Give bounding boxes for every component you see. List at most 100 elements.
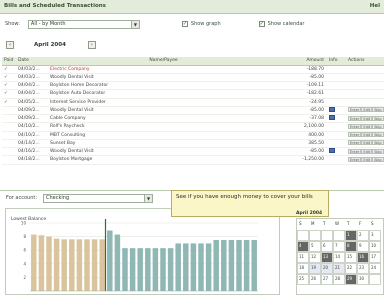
row-action-button[interactable]: Edit [361,107,373,113]
calendar-day[interactable]: 25 [297,274,309,285]
show-calendar-checkbox[interactable]: ✓ [258,21,265,27]
show-calendar-toggle[interactable]: ✓ Show calendar [258,21,304,27]
chart-bar[interactable] [205,243,212,291]
show-graph-checkbox[interactable]: ✓ [181,21,188,27]
column-header-info[interactable]: Info [327,57,346,66]
chart-bar[interactable] [160,248,166,291]
chart-bar[interactable] [213,240,219,291]
calendar-day[interactable]: 19 [309,263,321,274]
column-header-actions[interactable]: Actions [346,57,384,66]
chart-bar[interactable] [91,239,98,291]
column-header-amount[interactable]: Amount [277,57,327,66]
chart-bar[interactable] [99,239,105,291]
chevron-down-icon[interactable]: ▼ [144,194,153,202]
calendar-day[interactable]: 11 [297,252,309,263]
chart-bar[interactable] [145,248,151,291]
calendar-day[interactable] [321,230,333,241]
row-action-button[interactable]: Skip [372,148,384,154]
chart-bar[interactable] [107,230,113,291]
table-row[interactable]: 04/14/2... Sunset Bay 385.50 Enter Edit Skip [2,139,384,149]
calendar-day[interactable]: 29 [345,274,357,285]
row-action-button[interactable]: Skip [372,115,384,121]
row-action-button[interactable]: Skip [372,107,384,113]
chart-bar[interactable] [251,240,257,291]
calendar-icon[interactable] [329,106,335,112]
calendar-day[interactable]: 23 [357,263,369,274]
calendar-day[interactable]: 2 [357,230,369,241]
chart-bar[interactable] [122,248,128,291]
calendar-day[interactable]: 6 [321,241,333,252]
row-action-button[interactable]: Enter [348,148,362,154]
chart-bar[interactable] [190,243,197,291]
calendar-day[interactable]: 4 [297,241,309,252]
table-row[interactable]: 04/10/2... Rolf's Paycheck 2,100.00 Enter Ed… [2,122,384,132]
row-action-button[interactable]: Edit [361,156,373,162]
calendar-day[interactable]: 18 [297,263,309,274]
chart-bar[interactable] [69,239,75,291]
column-header-payee[interactable]: Name/Payee [48,57,277,66]
row-action-button[interactable]: Edit [361,115,373,121]
table-row[interactable]: 04/16/2... Woodly Dental Visit -85.00 Enter… [2,147,384,157]
calendar-day[interactable]: 24 [369,263,381,274]
calendar-day[interactable]: 16 [357,252,369,263]
chart-bar[interactable] [61,239,67,291]
chart-bar[interactable] [46,236,52,291]
row-action-button[interactable]: Skip [372,123,384,129]
chart-bar[interactable] [198,243,204,291]
table-row[interactable]: ✓ 04/04/2... Boylston Auto Decorator -182.6… [2,89,384,99]
show-graph-toggle[interactable]: ✓ Show graph [181,21,221,27]
next-month-button[interactable]: › [87,41,96,49]
calendar-day[interactable]: 3 [369,230,381,241]
row-action-button[interactable]: Enter [348,132,362,138]
chart-bar[interactable] [221,240,227,291]
row-action-button[interactable]: Skip [372,156,384,162]
chart-bar[interactable] [152,248,159,291]
calendar-day[interactable]: 17 [369,252,381,263]
calendar-day[interactable]: 8 [345,241,357,252]
calendar-day[interactable]: 10 [369,241,381,252]
calendar-icon[interactable] [329,148,335,154]
row-action-button[interactable]: Edit [361,140,373,146]
calendar-day[interactable]: 1 [345,230,357,241]
row-action-button[interactable]: Skip [372,132,384,138]
chart-bar[interactable] [236,240,242,291]
chart-bar[interactable] [175,243,181,291]
calendar-day[interactable]: 20 [321,263,333,274]
chart-bar[interactable] [114,234,121,291]
chart-bar[interactable] [53,238,60,291]
chart-bar[interactable] [76,239,83,291]
row-action-button[interactable]: Edit [361,132,373,138]
calendar-day[interactable]: 7 [333,241,345,252]
calendar-day[interactable]: 9 [357,241,369,252]
calendar-day[interactable]: 28 [333,274,345,285]
calendar-day[interactable]: 13 [321,252,333,263]
table-row[interactable]: 04/18/2... Boylston Mortgage -1,250.00 Ente… [2,155,384,165]
chart-bar[interactable] [228,240,235,291]
row-action-button[interactable]: Enter [348,115,362,121]
row-action-button[interactable]: Skip [372,140,384,146]
row-action-button[interactable]: Enter [348,123,362,129]
calendar-day[interactable]: 12 [309,252,321,263]
help-link[interactable]: Hel [370,3,380,9]
row-action-button[interactable]: Edit [361,148,373,154]
chart-bar[interactable] [129,248,136,291]
calendar-day[interactable] [369,274,381,285]
chart-bar[interactable] [243,240,250,291]
chart-bar[interactable] [38,235,45,291]
chevron-down-icon[interactable]: ▼ [130,20,139,28]
calendar-day[interactable]: 5 [309,241,321,252]
calendar-day[interactable]: 14 [333,252,345,263]
table-row[interactable]: 04/10/2... MBT Consulting 400.00 Enter Edit S… [2,131,384,140]
chart-bar[interactable] [84,239,90,291]
calendar-day[interactable]: 22 [345,263,357,274]
calendar-day[interactable]: 26 [309,274,321,285]
chart-bar[interactable] [167,248,174,291]
chart-bar[interactable] [183,243,189,291]
calendar-day[interactable] [309,230,321,241]
table-row[interactable]: ✓ 04/03/2... Electric Company -188.70 [2,65,384,74]
column-header-paid[interactable]: Paid [2,57,16,66]
calendar-day[interactable]: 15 [345,252,357,263]
table-row[interactable]: ✓ 04/03/2... Woodly Dental Visit -85.00 [2,73,384,83]
previous-month-button[interactable]: ‹ [6,41,14,49]
calendar-day[interactable] [297,230,309,241]
